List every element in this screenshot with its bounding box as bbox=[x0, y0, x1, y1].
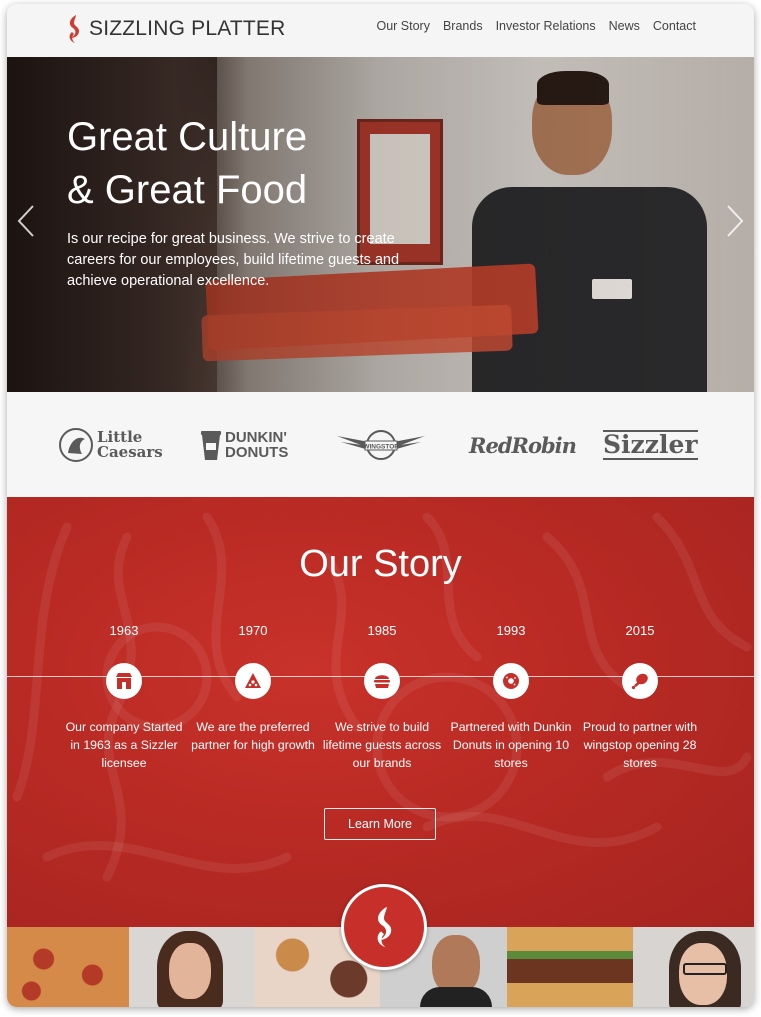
nav-our-story[interactable]: Our Story bbox=[376, 19, 430, 33]
timeline-year: 2015 bbox=[625, 623, 655, 638]
timeline-text: Proud to partner with wingstop opening 2… bbox=[582, 720, 698, 770]
dunkin-word1: DUNKIN' bbox=[225, 429, 287, 446]
timeline-item: 1985 We strive to build lifetime guests … bbox=[318, 623, 446, 772]
hero-title: Great Culture & Great Food bbox=[67, 111, 387, 217]
timeline-marker[interactable] bbox=[622, 663, 658, 699]
center-logo-badge[interactable] bbox=[341, 884, 427, 970]
red-robin-text: RedRobin bbox=[469, 432, 577, 458]
donut-icon bbox=[503, 673, 519, 689]
brand-red-robin[interactable]: RedRobin bbox=[469, 426, 577, 464]
timeline-marker[interactable] bbox=[106, 663, 142, 699]
nav-investor-relations[interactable]: Investor Relations bbox=[496, 19, 596, 33]
timeline-text: We strive to build lifetime guests acros… bbox=[322, 720, 442, 770]
timeline-text: Partnered with Dunkin Donuts in opening … bbox=[450, 720, 572, 770]
timeline-item: 1970 We are the preferred partner for hi… bbox=[189, 623, 317, 754]
hero-slider: Great Culture & Great Food Is our recipe… bbox=[7, 57, 754, 392]
learn-more-button[interactable]: Learn More bbox=[324, 808, 436, 840]
little-caesars-word2: Caesars bbox=[97, 443, 163, 461]
timeline-year: 1963 bbox=[109, 623, 139, 638]
timeline-marker[interactable] bbox=[235, 663, 271, 699]
dunkin-word2: DONUTS bbox=[225, 444, 289, 461]
nav-news[interactable]: News bbox=[609, 19, 640, 33]
hero-title-line2: & Great Food bbox=[67, 168, 308, 212]
little-caesars-icon bbox=[59, 428, 93, 462]
our-story-section: Our Story 1963 Our company Started in 19… bbox=[7, 497, 754, 927]
hero-title-line1: Great Culture bbox=[67, 115, 308, 159]
hero-body: Is our recipe for great business. We str… bbox=[67, 231, 400, 289]
timeline-text: We are the preferred partner for high gr… bbox=[191, 720, 315, 752]
timeline-marker[interactable] bbox=[364, 663, 400, 699]
timeline-marker[interactable] bbox=[493, 663, 529, 699]
chicken-leg-icon bbox=[631, 673, 648, 690]
flame-logo-icon bbox=[69, 15, 79, 43]
timeline-year: 1970 bbox=[238, 623, 268, 638]
brand-dunkin-donuts[interactable]: DUNKIN' DONUTS bbox=[200, 426, 288, 464]
brand-sizzler[interactable]: Sizzler bbox=[603, 426, 698, 464]
photo-woman-glasses bbox=[633, 927, 754, 1007]
brand-little-caesars[interactable]: Little Caesars bbox=[58, 426, 163, 464]
pizza-slice-icon bbox=[245, 673, 261, 688]
photo-woman-smiling bbox=[129, 927, 255, 1007]
site-logo[interactable]: SIZZLING PLATTER bbox=[65, 13, 286, 45]
sizzler-text: Sizzler bbox=[603, 430, 698, 460]
timeline-item: 2015 Proud to partner with wingstop open… bbox=[576, 623, 704, 772]
timeline-item: 1993 Partnered with Dunkin Donuts in ope… bbox=[447, 623, 575, 772]
restaurant-icon bbox=[116, 673, 132, 689]
our-story-title: Our Story bbox=[299, 543, 462, 585]
main-nav: Our Story Brands Investor Relations News… bbox=[376, 19, 696, 33]
nav-contact[interactable]: Contact bbox=[653, 19, 696, 33]
wingstop-text: WINGSTOP bbox=[363, 444, 399, 451]
coffee-cup-icon bbox=[201, 431, 221, 460]
hero-overlay bbox=[7, 57, 754, 392]
brand-wingstop[interactable]: WINGSTOP bbox=[335, 426, 427, 464]
timeline-year: 1993 bbox=[496, 623, 526, 638]
brand-logos-bar: Little Caesars DUNKIN' DONUTS WINGSTOP R… bbox=[7, 392, 754, 497]
nav-brands[interactable]: Brands bbox=[443, 19, 483, 33]
timeline-text: Our company Started in 1963 as a Sizzler… bbox=[65, 720, 183, 770]
photo-burger bbox=[507, 927, 633, 1007]
burger-icon bbox=[374, 675, 390, 688]
chevron-right-icon[interactable] bbox=[722, 203, 746, 239]
timeline-item: 1963 Our company Started in 1963 as a Si… bbox=[60, 623, 188, 772]
photo-pizza bbox=[7, 927, 129, 1007]
flame-logo-icon bbox=[377, 906, 392, 948]
chevron-left-icon[interactable] bbox=[15, 203, 39, 239]
logo-text: SIZZLING PLATTER bbox=[89, 17, 286, 40]
timeline-year: 1985 bbox=[367, 623, 397, 638]
browser-frame: SIZZLING PLATTER Our Story Brands Invest… bbox=[7, 4, 754, 1007]
site-header: SIZZLING PLATTER Our Story Brands Invest… bbox=[7, 4, 754, 57]
wingstop-wings-icon: WINGSTOP bbox=[337, 430, 425, 460]
